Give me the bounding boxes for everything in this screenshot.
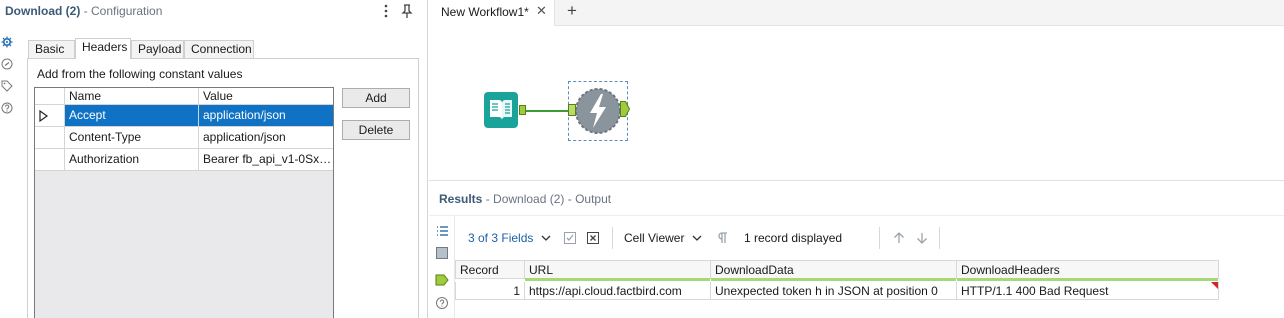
tab-connection[interactable]: Connection	[184, 40, 254, 58]
pin-icon[interactable]	[400, 3, 414, 19]
download-tool-icon[interactable]	[568, 81, 628, 141]
field-type-bar	[525, 278, 710, 281]
field-type-bar	[711, 278, 956, 281]
results-side-rail	[429, 216, 455, 318]
divider	[429, 215, 1284, 216]
text-input-tool-icon[interactable]	[483, 91, 519, 129]
results-title: Results	[439, 192, 483, 206]
row-indicator[interactable]	[35, 127, 65, 148]
checkbox-icon[interactable]	[563, 231, 577, 245]
table-view-icon[interactable]	[435, 246, 449, 260]
grid-header-value: Value	[203, 89, 233, 103]
grid-header-row: Name Value	[35, 88, 333, 105]
grid-indicator-header	[35, 88, 65, 104]
download-data-cell[interactable]: Unexpected token h in JSON at position 0	[711, 282, 957, 300]
column-header-downloaddata[interactable]: DownloadData	[711, 260, 957, 281]
header-value-cell[interactable]: application/json	[199, 127, 333, 148]
chevron-down-icon	[541, 235, 551, 241]
column-header-label: Record	[460, 263, 499, 277]
add-button[interactable]: Add	[342, 88, 410, 108]
configuration-panel: Download (2) - Configuration Basic Heade…	[0, 0, 428, 318]
tag-icon[interactable]	[1, 80, 13, 92]
cell-viewer-dropdown[interactable]: Cell Viewer	[624, 231, 702, 245]
header-name-cell[interactable]: Accept	[65, 105, 199, 126]
delete-button[interactable]: Delete	[342, 120, 410, 140]
grid-row[interactable]: Accept application/json	[35, 105, 333, 127]
tab-new-workflow[interactable]: New Workflow1* ✕	[429, 0, 555, 26]
record-number-cell[interactable]: 1	[455, 282, 525, 300]
error-flag-icon	[1211, 282, 1218, 289]
configuration-side-rail	[0, 32, 14, 122]
arrow-down-icon[interactable]	[915, 231, 929, 245]
download-headers-cell[interactable]: HTTP/1.1 400 Bad Request	[957, 282, 1219, 300]
url-cell[interactable]: https://api.cloud.factbird.com	[525, 282, 711, 300]
workflow-canvas[interactable]: New Workflow1* ✕ +	[429, 0, 1284, 180]
toolbar-divider	[879, 227, 880, 249]
help-icon[interactable]	[435, 296, 449, 310]
grid-header-name: Name	[65, 88, 199, 104]
grid-row[interactable]: Content-Type application/json	[35, 127, 333, 149]
gear-icon[interactable]	[1, 36, 13, 48]
record-count: 1 record displayed	[744, 231, 843, 245]
download-headers-value: HTTP/1.1 400 Bad Request	[961, 284, 1109, 298]
cell-viewer-label: Cell Viewer	[624, 231, 685, 245]
tab-payload[interactable]: Payload	[131, 40, 184, 58]
toolbar-divider	[612, 227, 613, 249]
column-header-url[interactable]: URL	[525, 260, 711, 281]
add-tab-icon[interactable]: +	[567, 2, 581, 20]
row-indicator[interactable]	[35, 105, 65, 126]
annotation-icon[interactable]	[1, 58, 13, 70]
constant-values-label: Add from the following constant values	[37, 67, 243, 81]
pilcrow-icon[interactable]	[716, 231, 730, 245]
column-header-label: DownloadHeaders	[961, 263, 1060, 277]
grid-row[interactable]: Authorization Bearer fb_api_v1-0Sxcs...	[35, 149, 333, 171]
results-toolbar: 3 of 3 Fields Cell Viewer 1 record displ…	[455, 224, 1284, 252]
help-icon[interactable]	[1, 102, 13, 114]
deselect-icon[interactable]	[586, 231, 600, 245]
output-anchor-icon[interactable]	[435, 273, 449, 287]
field-type-bar	[957, 278, 1218, 281]
column-header-label: DownloadData	[715, 263, 794, 277]
list-icon[interactable]	[435, 224, 449, 238]
more-vertical-icon[interactable]	[380, 3, 392, 19]
input-anchor[interactable]	[568, 104, 576, 116]
header-value-cell[interactable]: Bearer fb_api_v1-0Sxcs...	[199, 149, 333, 170]
fields-dropdown[interactable]: 3 of 3 Fields	[468, 231, 551, 245]
configuration-title: Download (2) - Configuration	[5, 4, 162, 18]
configuration-header: Download (2) - Configuration	[0, 0, 428, 22]
fields-dropdown-label: 3 of 3 Fields	[468, 231, 534, 245]
close-icon[interactable]: ✕	[536, 4, 548, 18]
workflow-tab-bar: New Workflow1* ✕ +	[429, 0, 1284, 26]
workflow-tab-label: New Workflow1*	[441, 5, 529, 19]
output-anchor[interactable]	[620, 101, 631, 117]
results-table[interactable]: Record URL DownloadData DownloadHeaders …	[455, 260, 1219, 300]
configuration-tool-name: Download (2)	[5, 4, 81, 18]
tab-headers[interactable]: Headers	[75, 38, 131, 59]
arrow-up-icon[interactable]	[892, 231, 906, 245]
chevron-down-icon	[692, 235, 702, 241]
configuration-section-label: - Configuration	[83, 4, 163, 18]
header-value-cell[interactable]: application/json	[199, 105, 333, 126]
header-name-cell[interactable]: Authorization	[65, 149, 199, 170]
row-selected-arrow-icon	[39, 110, 49, 122]
results-header: Results - Download (2) - Output	[439, 192, 611, 206]
column-header-record[interactable]: Record	[455, 260, 525, 279]
row-indicator[interactable]	[35, 149, 65, 170]
header-name-cell[interactable]: Content-Type	[65, 127, 199, 148]
toolbar-divider	[939, 227, 940, 249]
headers-grid[interactable]: Name Value Accept application/json Conte…	[34, 87, 334, 318]
output-anchor[interactable]	[519, 105, 526, 115]
workflow-connection[interactable]	[526, 110, 568, 112]
results-subtitle: - Download (2) - Output	[485, 192, 612, 206]
tab-basic[interactable]: Basic	[28, 40, 75, 58]
column-header-label: URL	[529, 263, 554, 277]
column-header-downloadheaders[interactable]: DownloadHeaders	[957, 260, 1219, 281]
